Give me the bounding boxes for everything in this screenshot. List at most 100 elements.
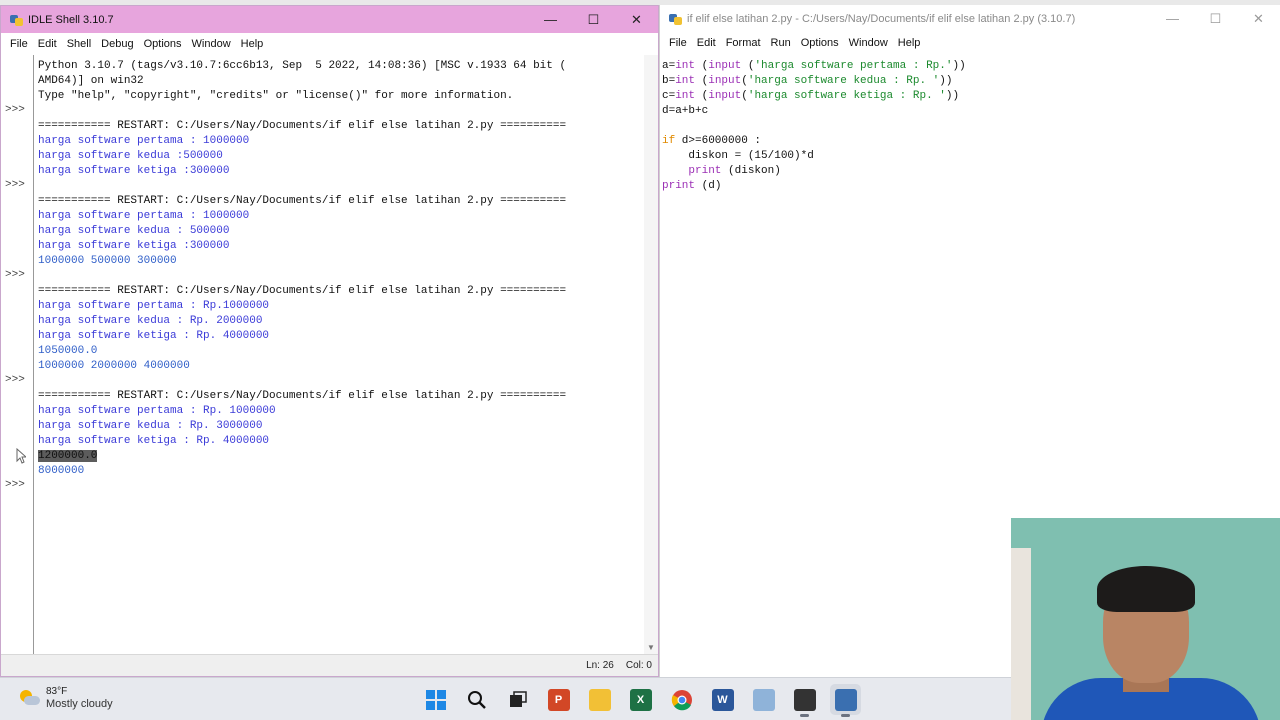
weather-cloudy-icon xyxy=(18,689,40,707)
shell-prompt: >>> xyxy=(5,374,25,386)
excel-icon[interactable]: X xyxy=(625,684,656,715)
chrome-icon[interactable] xyxy=(666,684,697,715)
shell-prompt: >>> xyxy=(5,269,25,281)
shell-line: harga software ketiga : Rp. 4000000 xyxy=(38,435,270,447)
code-line: if d>=6000000 : xyxy=(662,135,762,147)
shell-menu-options[interactable]: Options xyxy=(139,38,187,50)
shell-prompt-gutter: >>> >>> >>> >>> >>> xyxy=(1,55,34,654)
minimize-button[interactable]: — xyxy=(1151,5,1194,32)
powerpoint-icon[interactable]: P xyxy=(543,684,574,715)
editor-menubar: File Edit Format Run Options Window Help xyxy=(660,32,1280,54)
shell-menu-debug[interactable]: Debug xyxy=(96,38,138,50)
shell-output[interactable]: Python 3.10.7 (tags/v3.10.7:6cc6b13, Sep… xyxy=(38,55,644,494)
editor-menu-run[interactable]: Run xyxy=(766,37,796,49)
file-explorer-icon[interactable] xyxy=(584,684,615,715)
weather-description: Mostly cloudy xyxy=(46,698,113,710)
shell-line: harga software ketiga :300000 xyxy=(38,240,230,252)
maximize-button[interactable]: ☐ xyxy=(572,6,615,33)
editor-menu-file[interactable]: File xyxy=(664,37,692,49)
shell-title: IDLE Shell 3.10.7 xyxy=(28,13,114,26)
minimize-button[interactable]: — xyxy=(529,6,572,33)
editor-titlebar[interactable]: if elif else latihan 2.py - C:/Users/Nay… xyxy=(660,5,1280,32)
shell-line: harga software kedua : Rp. 2000000 xyxy=(38,315,263,327)
mouse-cursor-icon xyxy=(16,448,26,464)
scroll-down-icon[interactable]: ▼ xyxy=(647,643,655,652)
shell-menu-edit[interactable]: Edit xyxy=(33,38,62,50)
taskbar-apps: PXW xyxy=(420,684,861,717)
shell-pane[interactable]: >>> >>> >>> >>> >>> Python 3.10.7 (tags/v3.1… xyxy=(1,55,658,654)
shell-menu-file[interactable]: File xyxy=(5,38,33,50)
shell-line: AMD64)] on win32 xyxy=(38,75,144,87)
webcam-overlay xyxy=(1011,518,1280,720)
windows-start-icon[interactable] xyxy=(420,684,451,715)
shell-scrollbar[interactable]: ▼ xyxy=(644,55,658,654)
shell-menubar: File Edit Shell Debug Options Window Help xyxy=(1,33,658,55)
line-number: Ln: 26 xyxy=(586,660,614,671)
shell-line: 1000000 500000 300000 xyxy=(38,255,177,267)
code-line: c=int (input('harga software ketiga : Rp… xyxy=(662,90,960,102)
weather-temperature: 83°F xyxy=(46,686,68,697)
code-line: print (d) xyxy=(662,180,722,192)
shell-line: =========== RESTART: C:/Users/Nay/Docume… xyxy=(38,195,567,207)
shell-line: harga software kedua : Rp. 3000000 xyxy=(38,420,263,432)
shell-line: 8000000 xyxy=(38,465,85,477)
close-button[interactable]: ✕ xyxy=(615,6,658,33)
shell-line: 1200000.0 xyxy=(38,449,644,464)
shell-line: harga software pertama : 1000000 xyxy=(38,135,250,147)
notepad-icon[interactable] xyxy=(748,684,779,715)
word-icon[interactable]: W xyxy=(707,684,738,715)
shell-line: harga software kedua : 500000 xyxy=(38,225,230,237)
idle-shell-window: IDLE Shell 3.10.7 — ☐ ✕ File Edit Shell Deb… xyxy=(0,5,659,677)
editor-menu-options[interactable]: Options xyxy=(796,37,844,49)
shell-titlebar[interactable]: IDLE Shell 3.10.7 — ☐ ✕ xyxy=(1,6,658,33)
code-line: b=int (input('harga software kedua : Rp.… xyxy=(662,75,953,87)
shell-menu-help[interactable]: Help xyxy=(236,38,269,50)
code-line: diskon = (15/100)*d xyxy=(662,150,814,162)
shell-statusbar: Ln: 26 Col: 0 xyxy=(1,654,658,676)
editor-title: if elif else latihan 2.py - C:/Users/Nay… xyxy=(687,12,1076,25)
editor-menu-format[interactable]: Format xyxy=(721,37,766,49)
editor-menu-help[interactable]: Help xyxy=(893,37,926,49)
maximize-button[interactable]: ☐ xyxy=(1194,5,1237,32)
shell-line: Python 3.10.7 (tags/v3.10.7:6cc6b13, Sep… xyxy=(38,60,567,72)
shell-line: Type "help", "copyright", "credits" or "… xyxy=(38,90,514,102)
python-idle-icon[interactable] xyxy=(830,684,861,717)
editor-code-area[interactable]: a=int (input ('harga software pertama : … xyxy=(662,59,966,194)
selected-text[interactable]: 1200000.0 xyxy=(38,450,98,462)
shell-line: harga software pertama : 1000000 xyxy=(38,210,250,222)
column-number: Col: 0 xyxy=(625,660,652,671)
shell-line: harga software ketiga :300000 xyxy=(38,165,230,177)
shell-line: =========== RESTART: C:/Users/Nay/Docume… xyxy=(38,285,567,297)
shell-prompt: >>> xyxy=(5,179,25,191)
editor-menu-edit[interactable]: Edit xyxy=(692,37,721,49)
shell-line: harga software ketiga : Rp. 4000000 xyxy=(38,330,270,342)
shell-line: harga software pertama : Rp. 1000000 xyxy=(38,405,276,417)
close-button[interactable]: ✕ xyxy=(1237,5,1280,32)
shell-menu-window[interactable]: Window xyxy=(187,38,236,50)
code-line: a=int (input ('harga software pertama : … xyxy=(662,60,966,72)
idle-app-icon xyxy=(10,13,24,27)
shell-line: =========== RESTART: C:/Users/Nay/Docume… xyxy=(38,120,567,132)
code-line: print (diskon) xyxy=(688,165,781,177)
shell-line: harga software kedua :500000 xyxy=(38,150,223,162)
shell-line: 1000000 2000000 4000000 xyxy=(38,360,190,372)
app-icon[interactable] xyxy=(789,684,820,717)
search-icon[interactable] xyxy=(461,684,492,715)
shell-menu-shell[interactable]: Shell xyxy=(62,38,96,50)
weather-widget[interactable]: 83°F Mostly cloudy xyxy=(18,685,113,711)
idle-app-icon xyxy=(669,12,683,26)
editor-menu-window[interactable]: Window xyxy=(844,37,893,49)
shell-line: harga software pertama : Rp.1000000 xyxy=(38,300,270,312)
task-view-icon[interactable] xyxy=(502,684,533,715)
shell-line: 1050000.0 xyxy=(38,345,98,357)
shell-line: =========== RESTART: C:/Users/Nay/Docume… xyxy=(38,390,567,402)
code-line: d=a+b+c xyxy=(662,105,709,117)
shell-prompt: >>> xyxy=(5,104,25,116)
shell-prompt: >>> xyxy=(5,479,25,491)
